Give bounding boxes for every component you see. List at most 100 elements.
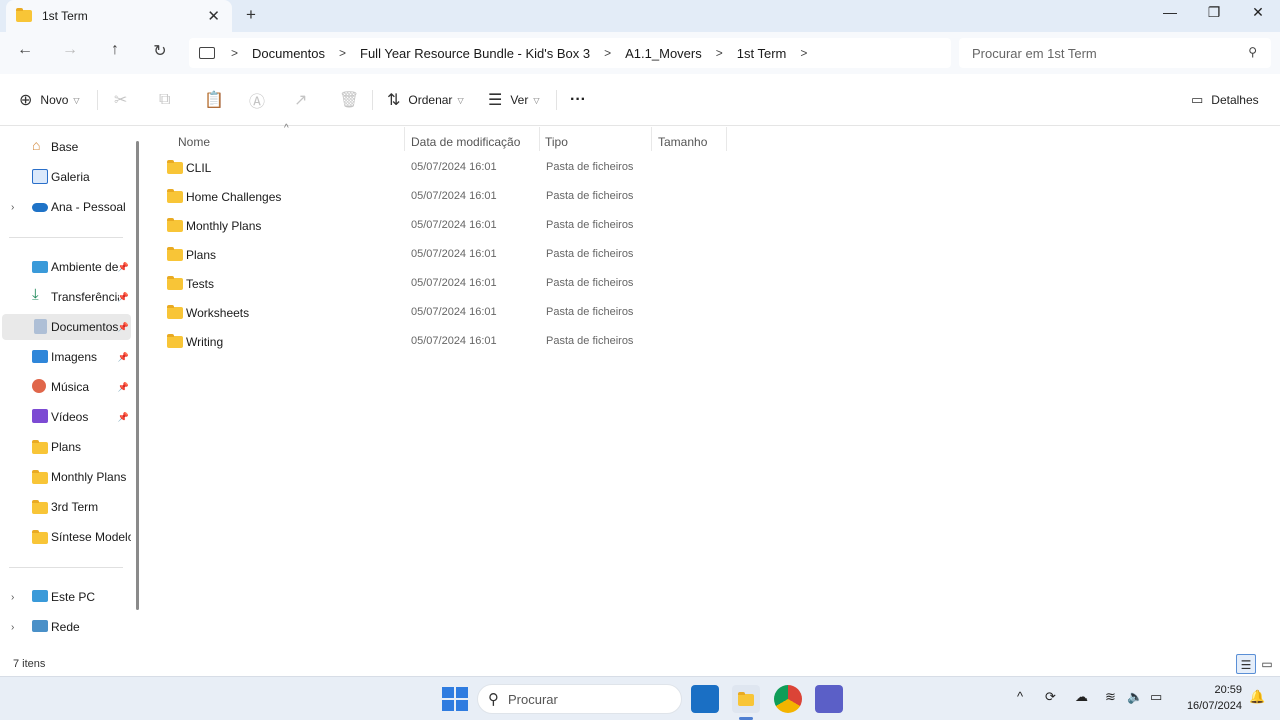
address-bar[interactable]: > Documentos > Full Year Resource Bundle… — [189, 38, 951, 68]
table-row[interactable]: Writing 05/07/2024 16:01 Pasta de fichei… — [160, 329, 730, 355]
breadcrumb-current[interactable]: 1st Term — [737, 46, 787, 61]
sidebar-item-downloads[interactable]: ⤓ Transferências 📌 — [2, 284, 131, 310]
divider — [97, 90, 98, 110]
outlook-icon[interactable] — [691, 685, 719, 713]
sidebar-item-sintese[interactable]: Síntese Modelo — [2, 524, 131, 550]
chevron-right-icon[interactable]: > — [716, 46, 723, 60]
breadcrumb-movers[interactable]: A1.1_Movers — [625, 46, 702, 61]
chevron-up-icon[interactable]: ^ — [1017, 689, 1023, 704]
close-window-button[interactable]: ✕ — [1236, 4, 1280, 26]
tab-active[interactable]: 1st Term ✕ — [6, 0, 232, 32]
column-header-date[interactable]: Data de modificação — [411, 131, 520, 153]
column-divider[interactable] — [726, 127, 727, 151]
file-date: 05/07/2024 16:01 — [411, 248, 497, 260]
taskbar-search[interactable]: ⚲ Procurar — [477, 684, 682, 714]
chevron-right-icon[interactable]: › — [11, 622, 14, 633]
column-divider[interactable] — [651, 127, 652, 151]
teams-icon[interactable] — [815, 685, 843, 713]
table-row[interactable]: Worksheets 05/07/2024 16:01 Pasta de fic… — [160, 300, 730, 326]
sync-icon[interactable]: ⟳ — [1045, 689, 1056, 705]
forward-button[interactable]: → — [57, 41, 83, 65]
sidebar-item-label: Síntese Modelo — [51, 530, 131, 544]
breadcrumb-documentos[interactable]: Documentos — [252, 46, 325, 61]
tab-close-icon[interactable]: ✕ — [207, 7, 220, 25]
delete-button[interactable]: 🗑 — [339, 88, 367, 112]
sidebar-item-plans[interactable]: Plans — [2, 434, 131, 460]
network-icon — [32, 620, 48, 632]
chevron-right-icon[interactable]: › — [11, 202, 14, 213]
view-button[interactable]: ☰ Ver ▽ — [488, 88, 540, 112]
rename-button[interactable]: Ⓐ — [249, 88, 273, 112]
chevron-right-icon[interactable]: > — [604, 46, 611, 60]
sidebar-item-documents[interactable]: Documentos 📌 — [2, 314, 131, 340]
sidebar-item-galeria[interactable]: Galeria — [2, 164, 131, 190]
sidebar-item-base[interactable]: ⌂ Base — [2, 134, 131, 160]
tab-title: 1st Term — [42, 9, 88, 23]
title-bar: 1st Term ✕ + — ❐ ✕ — [0, 0, 1280, 32]
sidebar-item-pictures[interactable]: Imagens 📌 — [2, 344, 131, 370]
cut-button[interactable]: ✂ — [114, 88, 135, 112]
command-bar: ⊕ Novo ▽ ✂ ⧉ 📋 Ⓐ ↗ 🗑 ⇅ Ordenar ▽ ☰ Ver ▽… — [0, 74, 1280, 126]
table-row[interactable]: Home Challenges 05/07/2024 16:01 Pasta d… — [160, 184, 730, 210]
pictures-icon — [32, 350, 48, 363]
folder-icon — [32, 440, 48, 457]
table-row[interactable]: Tests 05/07/2024 16:01 Pasta de ficheiro… — [160, 271, 730, 297]
copy-button[interactable]: ⧉ — [159, 88, 178, 112]
sidebar-item-videos[interactable]: Vídeos 📌 — [2, 404, 131, 430]
clock-date: 16/07/2024 — [1186, 700, 1242, 712]
sidebar-item-3rd-term[interactable]: 3rd Term — [2, 494, 131, 520]
chevron-right-icon[interactable]: > — [339, 46, 346, 60]
sidebar-scrollbar[interactable] — [136, 141, 139, 610]
sidebar-item-onedrive[interactable]: › Ana - Pessoal — [2, 194, 131, 220]
sidebar-item-label: Este PC — [51, 590, 96, 604]
clock[interactable]: 20:59 16/07/2024 — [1180, 682, 1242, 714]
folder-icon — [738, 692, 754, 706]
pin-icon: 📌 — [117, 291, 129, 302]
volume-icon[interactable]: 🔈 — [1127, 689, 1143, 705]
refresh-button[interactable]: ↻ — [147, 41, 173, 65]
large-icons-view-icon[interactable]: ▭ — [1257, 654, 1277, 674]
table-row[interactable]: Monthly Plans 05/07/2024 16:01 Pasta de … — [160, 213, 730, 239]
details-button[interactable]: ▭ Detalhes — [1191, 88, 1259, 112]
details-view-icon[interactable]: ☰ — [1236, 654, 1256, 674]
up-button[interactable]: ↑ — [102, 41, 128, 65]
paste-button[interactable]: 📋 — [204, 88, 232, 112]
sidebar-item-monthly-plans[interactable]: Monthly Plans — [2, 464, 131, 490]
sidebar-item-label: Ambiente de Trabalho — [51, 260, 119, 274]
search-input[interactable] — [972, 45, 1232, 61]
sidebar-item-desktop[interactable]: Ambiente de Trabalho 📌 — [2, 254, 131, 280]
column-divider[interactable] — [539, 127, 540, 151]
wifi-icon[interactable]: ≋ — [1105, 689, 1116, 705]
sort-ascending-icon: ^ — [284, 123, 289, 134]
table-row[interactable]: CLIL 05/07/2024 16:01 Pasta de ficheiros — [160, 155, 730, 181]
search-box[interactable]: ⚲ — [959, 38, 1271, 68]
column-header-type[interactable]: Tipo — [545, 131, 568, 153]
battery-icon[interactable]: ▭ — [1150, 689, 1162, 705]
windows-start-icon[interactable] — [440, 685, 468, 713]
sidebar-item-this-pc[interactable]: › Este PC — [2, 584, 131, 610]
minimize-button[interactable]: — — [1148, 4, 1192, 26]
chevron-right-icon[interactable]: › — [11, 592, 14, 603]
file-explorer-icon[interactable] — [732, 685, 760, 713]
table-row[interactable]: Plans 05/07/2024 16:01 Pasta de ficheiro… — [160, 242, 730, 268]
column-header-size[interactable]: Tamanho — [658, 131, 707, 153]
column-header-name[interactable]: Nome — [178, 131, 210, 153]
pin-icon: 📌 — [117, 351, 129, 362]
back-button[interactable]: ← — [12, 41, 38, 65]
new-button[interactable]: ⊕ Novo ▽ — [19, 88, 80, 112]
more-options-button[interactable]: ··· — [570, 88, 586, 112]
search-icon: ⚲ — [488, 691, 499, 708]
chevron-right-icon[interactable]: > — [231, 46, 238, 60]
sidebar-item-network[interactable]: › Rede — [2, 614, 131, 640]
share-button[interactable]: ↗ — [294, 88, 315, 112]
chrome-icon[interactable] — [774, 685, 802, 713]
notification-bell-icon[interactable]: 🔔 — [1249, 689, 1265, 705]
chevron-right-icon[interactable]: > — [800, 46, 807, 60]
column-divider[interactable] — [404, 127, 405, 151]
maximize-button[interactable]: ❐ — [1192, 4, 1236, 26]
breadcrumb-bundle[interactable]: Full Year Resource Bundle - Kid's Box 3 — [360, 46, 590, 61]
new-tab-button[interactable]: + — [246, 5, 256, 25]
cloud-icon[interactable]: ☁ — [1075, 689, 1088, 705]
sidebar-item-music[interactable]: Música 📌 — [2, 374, 131, 400]
sort-button[interactable]: ⇅ Ordenar ▽ — [387, 88, 464, 112]
